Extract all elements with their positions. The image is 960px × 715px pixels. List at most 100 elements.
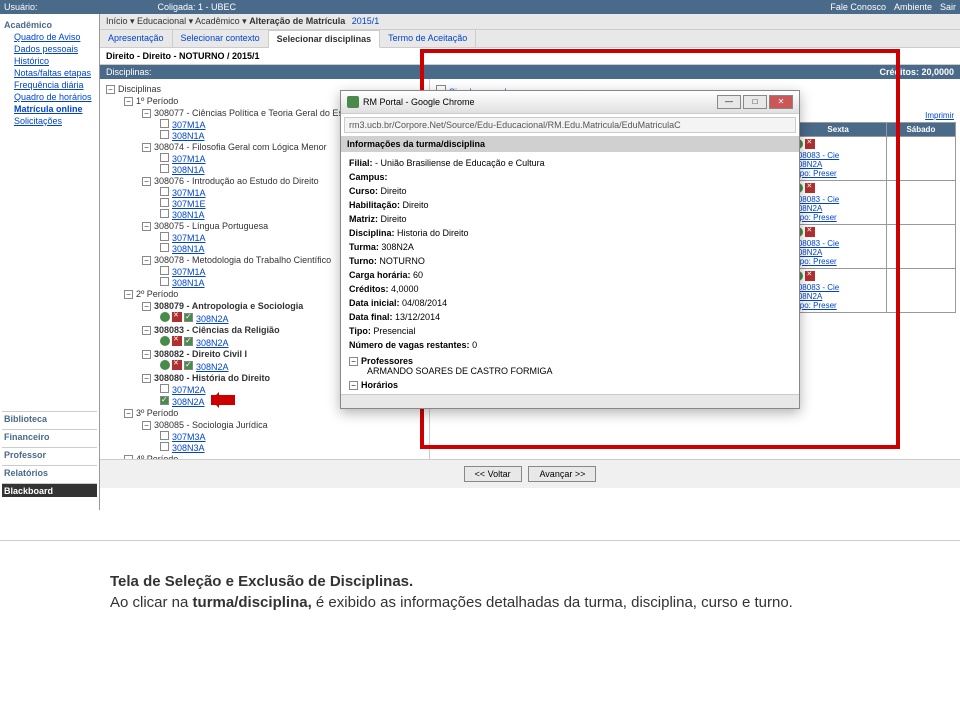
- remove-icon[interactable]: [805, 183, 815, 193]
- tree-toggle[interactable]: −: [142, 109, 151, 118]
- checkbox[interactable]: [160, 431, 169, 440]
- tree-toggle[interactable]: −: [142, 421, 151, 430]
- sched-cell: [886, 225, 955, 269]
- sched-cell[interactable]: 308083 - Cie308N2ATipo: Preser: [790, 225, 886, 269]
- sidebar-item-quadro-aviso[interactable]: Quadro de Aviso: [2, 31, 97, 43]
- tree-toggle[interactable]: −: [142, 222, 151, 231]
- sched-cell[interactable]: 308083 - Cie308N2ATipo: Preser: [790, 137, 886, 181]
- turma-link[interactable]: 307M2A: [172, 385, 206, 395]
- sidebar-item-matricula[interactable]: Matrícula online: [2, 103, 97, 115]
- remove-icon[interactable]: [805, 227, 815, 237]
- sidebar-item-notas[interactable]: Notas/faltas etapas: [2, 67, 97, 79]
- tree-toggle[interactable]: −: [142, 302, 151, 311]
- field-value: Direito: [381, 186, 407, 196]
- turma-link[interactable]: 308N1A: [172, 244, 205, 254]
- minimize-button[interactable]: —: [717, 95, 741, 109]
- sched-cell[interactable]: 308083 - Cie308N2ATipo: Preser: [790, 181, 886, 225]
- turma-link[interactable]: 307M1A: [172, 120, 206, 130]
- tab-termo[interactable]: Termo de Aceitação: [380, 30, 476, 47]
- turma-link[interactable]: 308N3A: [172, 443, 205, 453]
- popup-titlebar[interactable]: RM Portal - Google Chrome — □ ✕: [341, 91, 799, 114]
- ambiente-link[interactable]: Ambiente: [894, 2, 932, 12]
- bc-edu[interactable]: Educacional: [137, 16, 186, 26]
- sidebar-sec-biblioteca[interactable]: Biblioteca: [2, 411, 97, 425]
- remove-icon[interactable]: [805, 271, 815, 281]
- sidebar-sec-financeiro[interactable]: Financeiro: [2, 429, 97, 443]
- voltar-button[interactable]: << Voltar: [464, 466, 522, 482]
- tab-contexto[interactable]: Selecionar contexto: [173, 30, 269, 47]
- turma-link[interactable]: 307M1A: [172, 267, 206, 277]
- popup-scrollbar[interactable]: [341, 394, 799, 408]
- close-button[interactable]: ✕: [769, 95, 793, 109]
- tree-toggle[interactable]: −: [142, 374, 151, 383]
- checkbox[interactable]: [184, 313, 193, 322]
- tree-toggle[interactable]: −: [106, 85, 115, 94]
- checkbox[interactable]: [160, 164, 169, 173]
- sair-link[interactable]: Sair: [940, 2, 956, 12]
- maximize-button[interactable]: □: [743, 95, 767, 109]
- remove-icon[interactable]: [172, 336, 182, 346]
- sidebar-item-dados[interactable]: Dados pessoais: [2, 43, 97, 55]
- checkbox[interactable]: [160, 243, 169, 252]
- turma-link[interactable]: 307M1A: [172, 188, 206, 198]
- checkbox[interactable]: [160, 187, 169, 196]
- turma-link[interactable]: 308N1A: [172, 131, 205, 141]
- field-label: Créditos:: [349, 284, 389, 294]
- checkbox[interactable]: [160, 396, 169, 405]
- checkbox[interactable]: [160, 119, 169, 128]
- tree-toggle[interactable]: −: [349, 357, 358, 366]
- tab-bar: Apresentação Selecionar contexto Selecio…: [100, 30, 960, 48]
- sidebar-sec-professor[interactable]: Professor: [2, 447, 97, 461]
- turma-link[interactable]: 307M1E: [172, 199, 206, 209]
- sidebar-item-solicitacoes[interactable]: Solicitações: [2, 115, 97, 127]
- turma-link[interactable]: 307M1A: [172, 154, 206, 164]
- tree-toggle[interactable]: −: [124, 97, 133, 106]
- checkbox[interactable]: [160, 232, 169, 241]
- turma-link[interactable]: 308N2A: [172, 397, 205, 407]
- tree-toggle[interactable]: −: [124, 455, 133, 459]
- turma-link[interactable]: 308N1A: [172, 278, 205, 288]
- popup-url-bar[interactable]: rm3.ucb.br/Corpore.Net/Source/Edu-Educac…: [344, 117, 796, 133]
- fale-conosco-link[interactable]: Fale Conosco: [830, 2, 886, 12]
- turma-link[interactable]: 308N2A: [196, 314, 229, 324]
- sidebar-item-frequencia[interactable]: Frequência diária: [2, 79, 97, 91]
- checkbox[interactable]: [184, 337, 193, 346]
- checkbox[interactable]: [160, 130, 169, 139]
- remove-icon[interactable]: [172, 360, 182, 370]
- tree-toggle[interactable]: −: [142, 326, 151, 335]
- turma-link[interactable]: 307M3A: [172, 432, 206, 442]
- sched-cell[interactable]: 308083 - Cie308N2ATipo: Preser: [790, 269, 886, 313]
- remove-icon[interactable]: [805, 139, 815, 149]
- avancar-button[interactable]: Avançar >>: [528, 466, 596, 482]
- sidebar-sec-relatorios[interactable]: Relatórios: [2, 465, 97, 479]
- bc-acad[interactable]: Acadêmico: [195, 16, 240, 26]
- checkbox[interactable]: [160, 153, 169, 162]
- turma-link[interactable]: 308N2A: [196, 362, 229, 372]
- turma-link[interactable]: 307M1A: [172, 233, 206, 243]
- turma-link[interactable]: 308N1A: [172, 165, 205, 175]
- tree-toggle[interactable]: −: [142, 177, 151, 186]
- tree-toggle[interactable]: −: [124, 409, 133, 418]
- checkbox[interactable]: [160, 442, 169, 451]
- checkbox[interactable]: [160, 266, 169, 275]
- checkbox[interactable]: [160, 384, 169, 393]
- tree-toggle[interactable]: −: [142, 350, 151, 359]
- tree-toggle[interactable]: −: [142, 256, 151, 265]
- tree-toggle[interactable]: −: [124, 290, 133, 299]
- checkbox[interactable]: [160, 198, 169, 207]
- turma-link[interactable]: 308N1A: [172, 210, 205, 220]
- checkbox[interactable]: [160, 209, 169, 218]
- remove-icon[interactable]: [172, 312, 182, 322]
- checkbox[interactable]: [184, 361, 193, 370]
- tree-toggle[interactable]: −: [142, 143, 151, 152]
- turma-link[interactable]: 308N2A: [196, 338, 229, 348]
- sidebar-item-horarios[interactable]: Quadro de horários: [2, 91, 97, 103]
- bc-inicio[interactable]: Início: [106, 16, 128, 26]
- field-value: 4,0000: [391, 284, 419, 294]
- tab-disciplinas[interactable]: Selecionar disciplinas: [269, 30, 381, 48]
- tab-apresentacao[interactable]: Apresentação: [100, 30, 173, 47]
- tree-toggle[interactable]: −: [349, 381, 358, 390]
- checkbox[interactable]: [160, 277, 169, 286]
- sidebar-item-historico[interactable]: Histórico: [2, 55, 97, 67]
- sidebar-sec-blackboard[interactable]: Blackboard: [2, 483, 97, 497]
